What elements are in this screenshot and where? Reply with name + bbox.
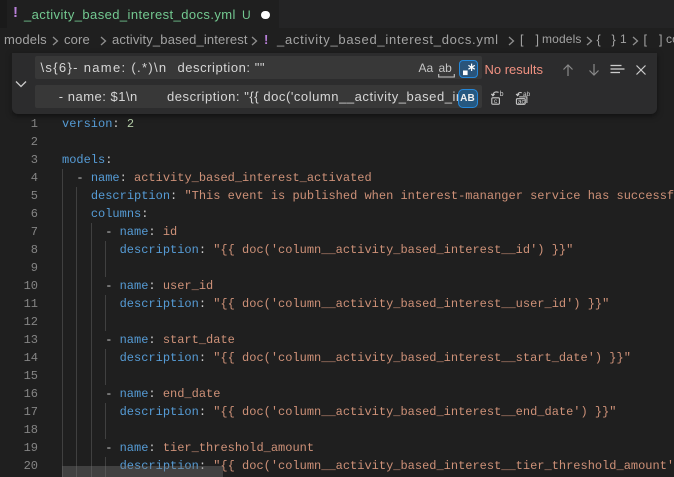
svg-text:b: b: [499, 91, 503, 98]
svg-text:ac: ac: [517, 98, 525, 105]
svg-text:ab: ab: [523, 91, 531, 98]
